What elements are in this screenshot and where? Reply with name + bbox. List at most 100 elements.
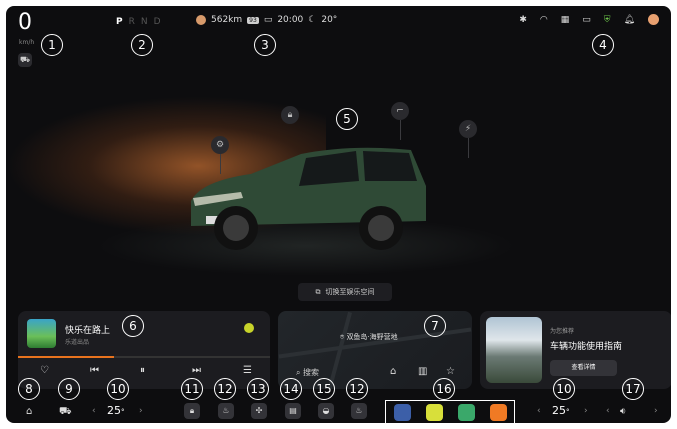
screen-icon: ▭ <box>263 15 273 25</box>
pause-icon[interactable]: ⏸︎ <box>140 365 145 376</box>
gear-r: R <box>128 17 141 27</box>
home-icon[interactable]: ⌂ <box>390 366 396 377</box>
gear-indicator: PRND <box>116 17 167 27</box>
heart-icon[interactable]: ♡ <box>40 365 49 376</box>
recommendation-card[interactable]: 为您推荐 车辆功能使用指南 查看详情 <box>480 311 671 389</box>
home-dock-icon[interactable]: ⌂ <box>26 406 32 417</box>
gear-n: N <box>140 17 154 27</box>
callout-16: 16 <box>433 378 455 400</box>
speed-unit: km/h <box>19 39 35 46</box>
mirror-fold-icon[interactable]: ⚙ <box>211 136 229 154</box>
map-search[interactable]: ⌕ 搜索 <box>296 367 319 378</box>
callout-15: 15 <box>313 378 335 400</box>
music-source-icon[interactable] <box>244 323 254 333</box>
callout-4: 4 <box>592 34 614 56</box>
outside-temp: 20° <box>321 15 338 25</box>
gear-d: D <box>153 17 167 27</box>
battery-icon[interactable]: ▭ <box>582 15 591 25</box>
right-temp-unit: ° <box>566 408 570 416</box>
view-details-button[interactable]: 查看详情 <box>550 360 617 376</box>
destination-text: 双鱼岛·海野营地 <box>346 333 398 341</box>
gear-p: P <box>116 17 129 27</box>
callout-8: 8 <box>18 378 40 400</box>
callout-5: 5 <box>336 108 358 130</box>
fan-icon[interactable]: ✣ <box>251 403 267 419</box>
callout-3: 3 <box>254 34 276 56</box>
car-wash-icon[interactable]: ◒ <box>318 403 334 419</box>
playlist-icon[interactable]: ☰ <box>243 365 252 376</box>
range-label: 562km <box>211 15 243 25</box>
star-icon[interactable]: ☆ <box>446 366 455 377</box>
speed-readout: 0 <box>18 10 32 35</box>
callout-14: 14 <box>280 378 302 400</box>
pointer-line <box>400 120 401 140</box>
car-dock-icon[interactable]: ⛟ <box>59 406 72 419</box>
temp-right-down[interactable]: ‹ <box>537 406 541 416</box>
volume-up[interactable]: › <box>654 406 658 416</box>
chart-app-icon[interactable] <box>457 403 475 421</box>
left-temp-value: 25 <box>107 404 121 417</box>
temp-right-up[interactable]: › <box>584 406 588 416</box>
bluetooth-icon[interactable]: ✱ <box>519 15 527 25</box>
callout-13: 13 <box>247 378 269 400</box>
shield-icon[interactable]: ⛨ <box>604 15 611 25</box>
callout-12b: 12 <box>346 378 368 400</box>
progress-fill <box>18 356 114 358</box>
bell-icon[interactable]: 🔔︎ <box>624 15 635 25</box>
playback-progress[interactable] <box>18 356 270 358</box>
grid-icon[interactable]: ▦ <box>561 15 570 25</box>
destination-label: ⌾ 双鱼岛·海野营地 <box>340 332 398 342</box>
charge-port-icon[interactable]: ⚡︎ <box>459 120 477 138</box>
clock: 20:00 <box>277 15 304 25</box>
battery-badge-icon: 93 <box>247 16 259 24</box>
moon-icon: ☾ <box>308 15 317 25</box>
camera-360-app-icon[interactable] <box>393 403 411 421</box>
previous-icon[interactable]: ⏮︎ <box>90 365 99 376</box>
song-title: 快乐在路上 <box>65 326 111 336</box>
callout-6: 6 <box>122 315 144 337</box>
switch-entertainment-button[interactable]: ⧉ 切换至娱乐空间 <box>298 283 392 301</box>
search-label: 搜索 <box>303 368 320 377</box>
lock-dock-button[interactable]: 🔒︎ <box>184 403 200 419</box>
promo-title: 车辆功能使用指南 <box>550 342 623 352</box>
volume-icon[interactable]: 🔉︎ <box>620 406 626 417</box>
app-shortcuts <box>385 400 515 423</box>
driver-avatar[interactable] <box>196 15 206 25</box>
pointer-line <box>220 154 221 174</box>
temp-left-up[interactable]: › <box>139 406 143 416</box>
music-card[interactable]: 快乐在路上 乐道出品 ♡ ⏮︎ ⏸︎ ⏭︎ ☰ <box>18 311 270 389</box>
seat-icon[interactable]: ♨ <box>351 403 367 419</box>
temp-left-down[interactable]: ‹ <box>92 406 96 416</box>
user-avatar[interactable] <box>648 14 659 25</box>
callout-11: 11 <box>181 378 203 400</box>
search-icon: ⌕ <box>296 368 304 377</box>
next-icon[interactable]: ⏭︎ <box>192 365 201 376</box>
right-temp-value: 25 <box>552 404 566 417</box>
lock-icon[interactable]: 🔒︎ <box>281 106 299 124</box>
callout-10b: 10 <box>553 378 575 400</box>
trunk-icon[interactable]: ⌐ <box>391 102 409 120</box>
callout-2: 2 <box>131 34 153 56</box>
seat-heat-icon[interactable]: ♨ <box>218 403 234 419</box>
album-art <box>27 319 56 348</box>
apps-grid-icon[interactable] <box>489 403 507 421</box>
callout-7: 7 <box>424 315 446 337</box>
callout-9: 9 <box>58 378 80 400</box>
defrost-icon[interactable]: ▤ <box>285 403 301 419</box>
music-app-icon[interactable] <box>425 403 443 421</box>
right-temperature: 25° <box>552 404 570 417</box>
wifi-icon[interactable]: ◠ <box>540 15 548 25</box>
screen-switch-icon: ⧉ <box>315 287 321 296</box>
pointer-line <box>468 138 469 158</box>
car-infotainment-screen: 0 km/h ⛟ PRND 562km 93 ▭ 20:00 ☾ 20° ✱ ◠… <box>6 6 671 423</box>
callout-10: 10 <box>107 378 129 400</box>
callout-17: 17 <box>622 378 644 400</box>
promo-eyebrow: 为您推荐 <box>550 328 575 335</box>
callout-1: 1 <box>41 34 63 56</box>
system-icons: ✱ ◠ ▦ ▭ ⛨ 🔔︎ <box>519 14 659 25</box>
volume-down[interactable]: ‹ <box>606 406 610 416</box>
company-icon[interactable]: ▥ <box>418 366 427 377</box>
song-artist: 乐道出品 <box>65 339 90 346</box>
vehicle-mode-button[interactable]: ⛟ <box>18 53 32 67</box>
status-center: 562km 93 ▭ 20:00 ☾ 20° <box>196 15 337 25</box>
